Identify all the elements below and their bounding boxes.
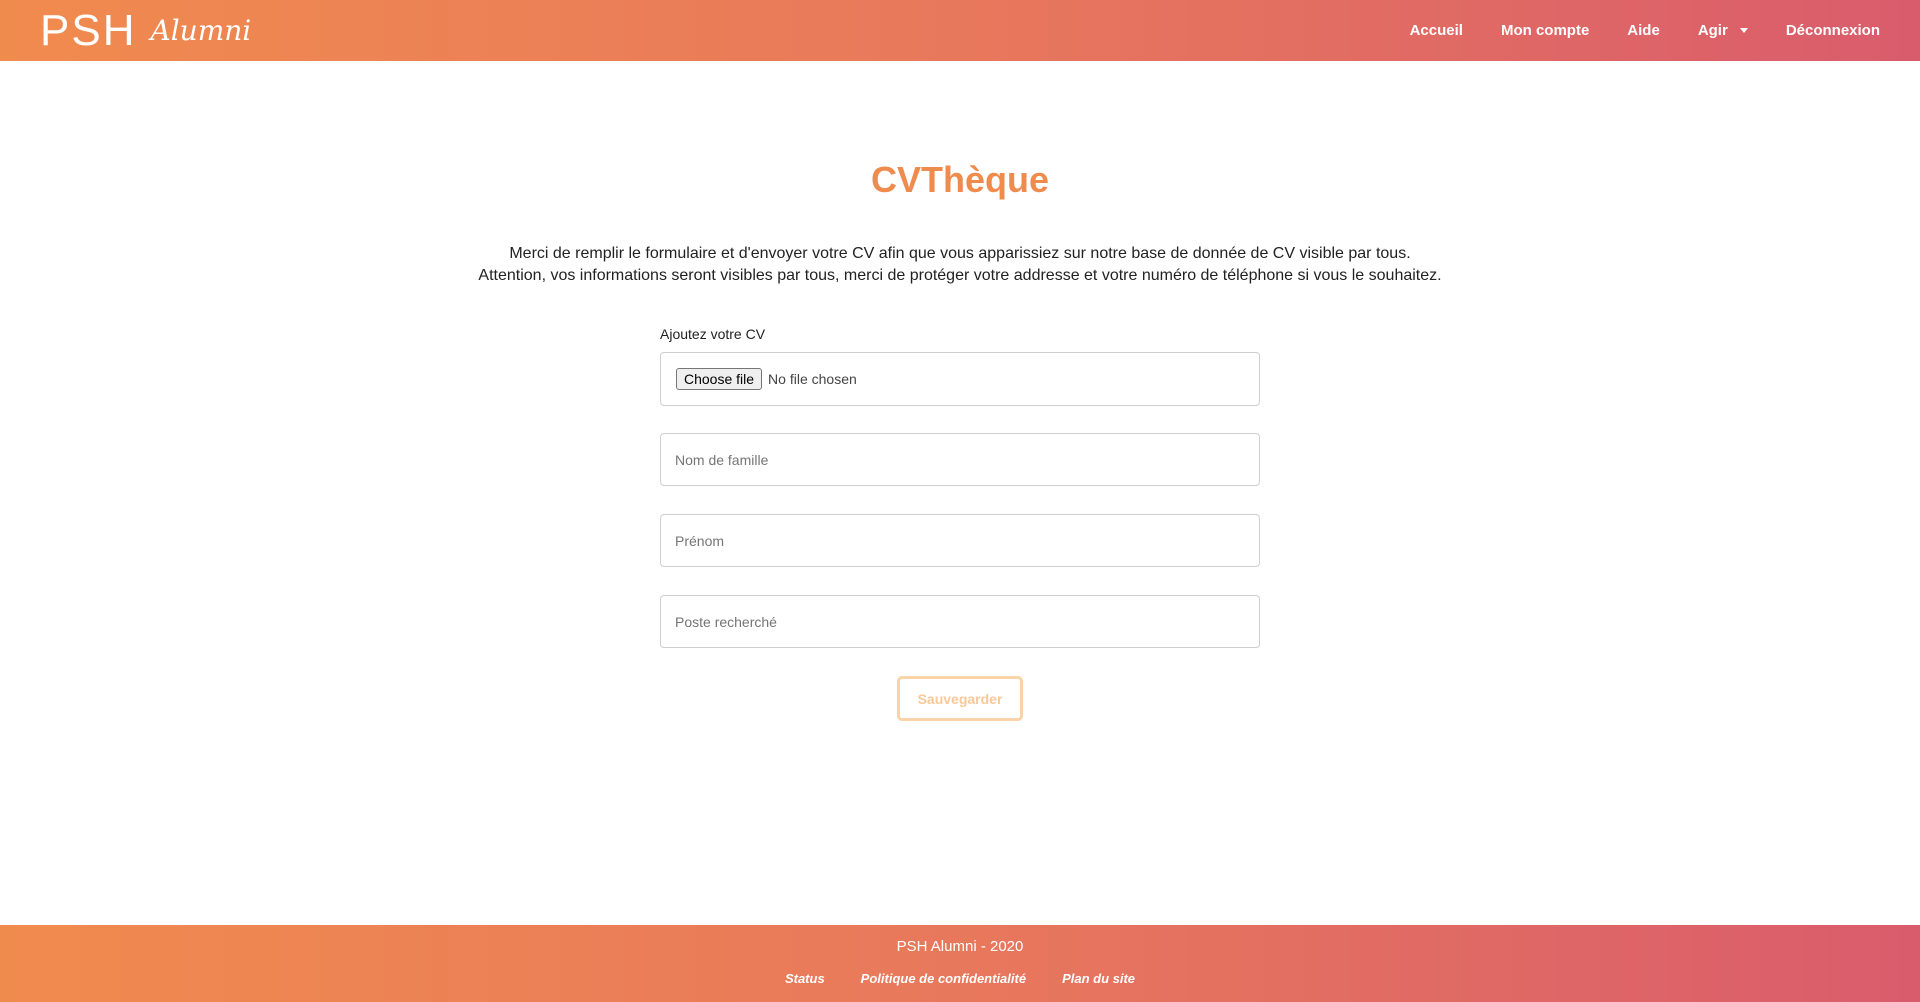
footer-link-privacy[interactable]: Politique de confidentialité [861,971,1026,986]
position-input[interactable] [660,595,1260,648]
cv-upload-label: Ajoutez votre CV [660,326,766,342]
footer-copyright: PSH Alumni - 2020 [896,938,1024,955]
cv-form: Ajoutez votre CV Choose file No file cho… [660,326,1260,721]
site-footer: PSH Alumni - 2020 Status Politique de co… [0,925,1920,1002]
footer-links: Status Politique de confidentialité Plan… [0,971,1920,986]
nav-accueil[interactable]: Accueil [1410,22,1463,39]
top-navbar: PSH Alumni Accueil Mon compte Aide Agir … [0,0,1920,61]
intro-line-1: Merci de remplir le formulaire et d'envo… [509,245,1411,262]
first-name-input[interactable] [660,514,1260,567]
nav-deconnexion[interactable]: Déconnexion [1786,22,1880,39]
footer-link-sitemap[interactable]: Plan du site [1062,971,1135,986]
intro-line-2: Attention, vos informations seront visib… [478,267,1442,284]
main-nav: Accueil Mon compte Aide Agir Déconnexion [1410,0,1880,61]
last-name-input[interactable] [660,433,1260,486]
nav-agir-dropdown[interactable]: Agir [1698,22,1748,39]
page-title: CVThèque [870,159,1049,200]
cv-file-input: Choose file No file chosen [660,352,1260,406]
logo-script-text: Alumni [150,13,252,47]
nav-mon-compte[interactable]: Mon compte [1501,22,1589,39]
logo-text: PSH [40,5,137,55]
nav-aide[interactable]: Aide [1627,22,1660,39]
nav-agir-label: Agir [1697,22,1728,39]
choose-file-button[interactable]: Choose file [676,368,763,390]
footer-link-status[interactable]: Status [785,971,825,986]
main-content: CVThèque Merci de remplir le formulaire … [0,61,1920,925]
site-logo[interactable]: PSH Alumni [40,0,251,61]
submit-wrapper: Sauvegarder [660,676,1260,721]
intro-text: Merci de remplir le formulaire et d'envo… [0,243,1920,287]
save-button[interactable]: Sauvegarder [897,676,1023,721]
caret-down-icon [1739,28,1748,33]
file-status-text: No file chosen [768,371,857,387]
